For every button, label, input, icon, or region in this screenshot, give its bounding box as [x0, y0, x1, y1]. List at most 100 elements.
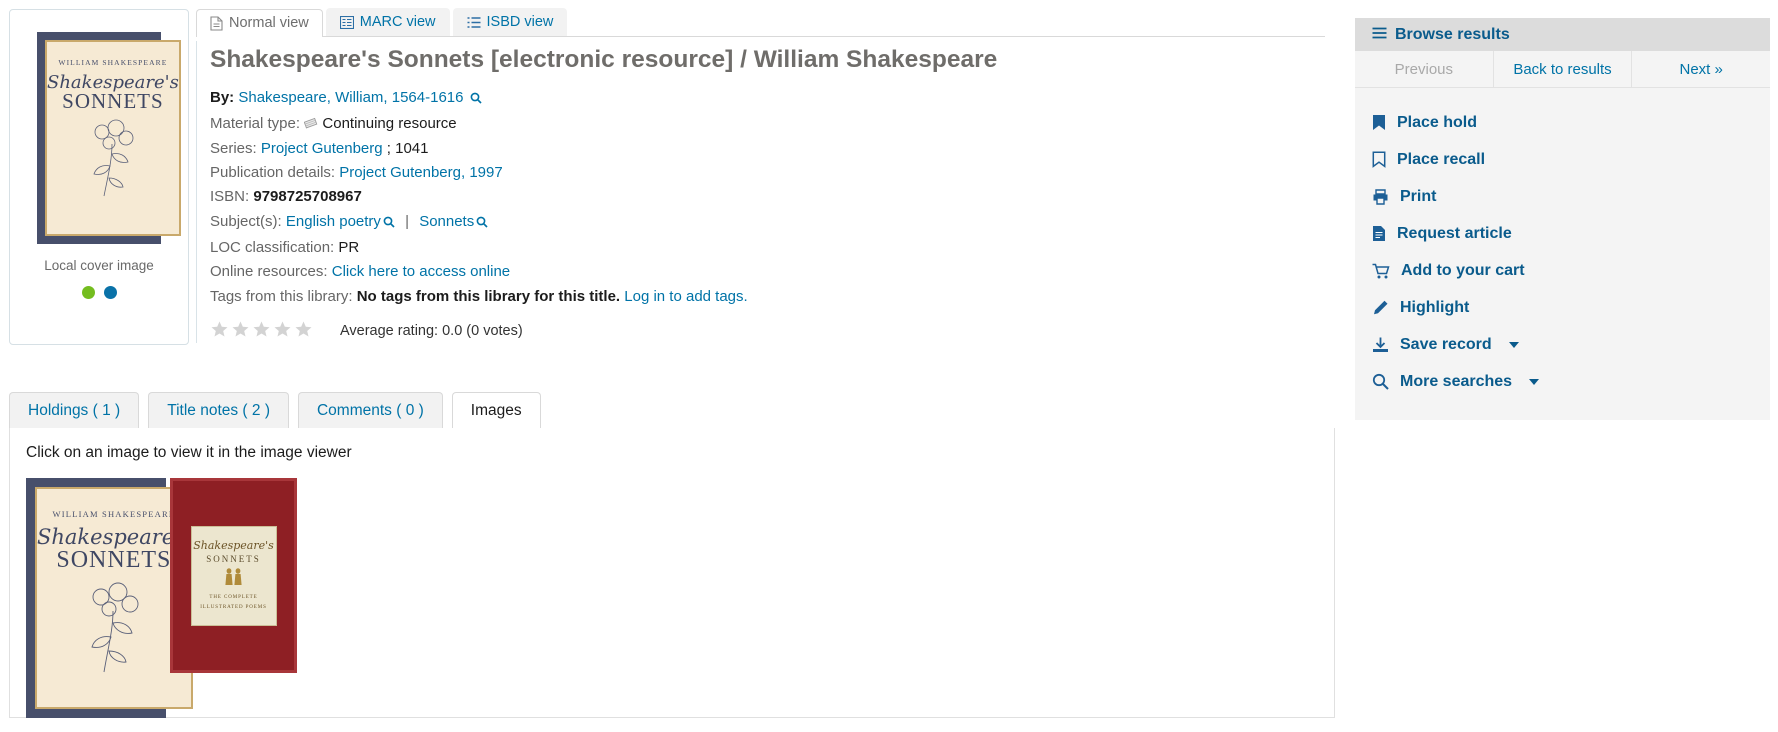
sidebar-item-label: Place hold [1397, 114, 1477, 132]
cover-image[interactable]: WILLIAM SHAKESPEARE Shakespeare's SONNET… [37, 32, 161, 244]
sidebar-header: Browse results [1355, 18, 1770, 51]
isbn-row: ISBN: 9798725708967 [210, 185, 1325, 209]
subject-link-1[interactable]: English poetry [286, 213, 381, 230]
subjects-label: Subject(s): [210, 213, 282, 230]
subject-separator: | [405, 213, 409, 230]
cover-inner: WILLIAM SHAKESPEARE Shakespeare's SONNET… [45, 40, 181, 236]
tab-isbd-view-label: ISBD view [487, 15, 554, 30]
tab-normal-view-label: Normal view [229, 16, 309, 31]
isbn-value: 9798725708967 [253, 188, 361, 205]
carousel-dot-2[interactable] [104, 286, 117, 299]
tags-value: No tags from this library for this title… [357, 288, 620, 305]
star-icon[interactable] [252, 320, 271, 343]
bookmark-outline-icon [1372, 151, 1386, 168]
rating-row: Average rating: 0.0 (0 votes) [210, 320, 1325, 343]
series-number: ; 1041 [387, 140, 429, 157]
online-resources-row: Online resources: Click here to access o… [210, 260, 1325, 284]
illustrated-cover-label: Shakespeare's SONNETS THE COMPLETE ILLUS… [191, 526, 277, 626]
back-to-results-link[interactable]: Back to results [1513, 61, 1611, 78]
sidebar-item-label: Request article [1397, 225, 1512, 243]
tab-comments[interactable]: Comments ( 0 ) [298, 392, 443, 428]
sidebar-item-save-record[interactable]: Save record [1372, 326, 1770, 363]
previous-button: Previous [1355, 51, 1494, 87]
series-row: Series: Project Gutenberg ; 1041 [210, 137, 1325, 161]
sidebar-header-label: Browse results [1395, 26, 1510, 44]
material-type-value: Continuing resource [322, 115, 456, 132]
sidebar-item-request-article[interactable]: Request article [1372, 215, 1770, 252]
star-icon[interactable] [231, 320, 250, 343]
search-subject-1-icon[interactable] [383, 212, 395, 236]
sidebar-item-more-searches[interactable]: More searches [1372, 363, 1770, 400]
tags-row: Tags from this library: No tags from thi… [210, 285, 1325, 309]
browse-nav: Previous Back to results Next » [1355, 51, 1770, 88]
sidebar-item-add-to-cart[interactable]: Add to your cart [1372, 252, 1770, 289]
tab-isbd-view[interactable]: ISBD view [453, 8, 568, 36]
publication-link[interactable]: Project Gutenberg, 1997 [339, 164, 502, 181]
printer-icon [1372, 189, 1389, 205]
subject-link-2[interactable]: Sonnets [419, 213, 474, 230]
images-panel: Click on an image to view it in the imag… [9, 428, 1335, 718]
record-details: Shakespeare's Sonnets [electronic resour… [196, 41, 1325, 343]
thumbnail-illustrated-cover[interactable]: Shakespeare's SONNETS THE COMPLETE ILLUS… [170, 478, 297, 673]
cover-carousel-dots[interactable] [82, 286, 117, 299]
star-rating[interactable] [210, 320, 313, 343]
cover-caption: Local cover image [44, 258, 154, 273]
article-icon [1372, 225, 1386, 242]
flower-illustration-icon [78, 578, 150, 678]
star-icon[interactable] [294, 320, 313, 343]
tab-normal-view[interactable]: Normal view [196, 9, 323, 37]
chevron-down-icon[interactable] [1529, 379, 1539, 385]
subjects-row: Subject(s): English poetry | Sonnets [210, 210, 1325, 236]
tab-images[interactable]: Images [452, 392, 541, 429]
series-link[interactable]: Project Gutenberg [261, 140, 383, 157]
sidebar-item-place-recall[interactable]: Place recall [1372, 141, 1770, 178]
search-author-icon[interactable] [470, 88, 482, 112]
next-link[interactable]: Next » [1680, 61, 1723, 78]
author-link[interactable]: Shakespeare, William, 1564-1616 [238, 89, 463, 106]
online-resources-label: Online resources: [210, 263, 328, 280]
sidebar-item-label: Print [1400, 188, 1436, 206]
cart-icon [1372, 263, 1390, 279]
star-icon[interactable] [273, 320, 292, 343]
thumb-block-title: SONNETS [56, 548, 171, 572]
isbn-label: ISBN: [210, 188, 249, 205]
thumb-script-title: Shakespeare's [37, 527, 191, 548]
tab-title-notes[interactable]: Title notes ( 2 ) [148, 392, 289, 428]
illustrated-subtitle-1: THE COMPLETE [209, 594, 257, 602]
cover-author-line: WILLIAM SHAKESPEARE [58, 58, 167, 67]
by-label: By: [210, 89, 234, 106]
pencil-icon [1372, 300, 1389, 316]
carousel-dot-1[interactable] [82, 286, 95, 299]
material-type-label: Material type: [210, 115, 300, 132]
sidebar-item-place-hold[interactable]: Place hold [1372, 104, 1770, 141]
next-button[interactable]: Next » [1632, 51, 1770, 87]
series-label: Series: [210, 140, 257, 157]
sidebar-item-label: More searches [1400, 373, 1512, 391]
thumbnail-local-cover[interactable]: WILLIAM SHAKESPEARE Shakespeare's SONNET… [26, 478, 166, 718]
publication-row: Publication details: Project Gutenberg, … [210, 161, 1325, 185]
sidebar-item-label: Highlight [1400, 299, 1469, 317]
back-to-results-button[interactable]: Back to results [1494, 51, 1633, 87]
material-type-row: Material type: Continuing resource [210, 112, 1325, 136]
sidebar-item-highlight[interactable]: Highlight [1372, 289, 1770, 326]
cover-block-title: SONNETS [62, 91, 164, 112]
download-icon [1372, 337, 1389, 353]
isbd-list-icon [467, 16, 481, 29]
continuing-resource-icon [304, 115, 322, 132]
tab-holdings[interactable]: Holdings ( 1 ) [9, 392, 139, 428]
document-icon [210, 16, 223, 31]
image-thumbnail-list: WILLIAM SHAKESPEARE Shakespeare's SONNET… [26, 478, 1334, 718]
login-to-add-tags-link[interactable]: Log in to add tags. [624, 288, 747, 305]
online-resource-link[interactable]: Click here to access online [332, 263, 510, 280]
sidebar-actions: Place hold Place recall Print Request ar… [1355, 88, 1770, 420]
star-icon[interactable] [210, 320, 229, 343]
thumb-author-line: WILLIAM SHAKESPEARE [53, 509, 176, 519]
tab-marc-view[interactable]: MARC view [326, 8, 450, 36]
loc-row: LOC classification: PR [210, 236, 1325, 260]
search-subject-2-icon[interactable] [476, 212, 488, 236]
figures-illustration-icon [221, 567, 247, 591]
flower-illustration-icon [82, 116, 144, 202]
sidebar-item-print[interactable]: Print [1372, 178, 1770, 215]
search-icon [1372, 373, 1389, 390]
chevron-down-icon[interactable] [1509, 342, 1519, 348]
